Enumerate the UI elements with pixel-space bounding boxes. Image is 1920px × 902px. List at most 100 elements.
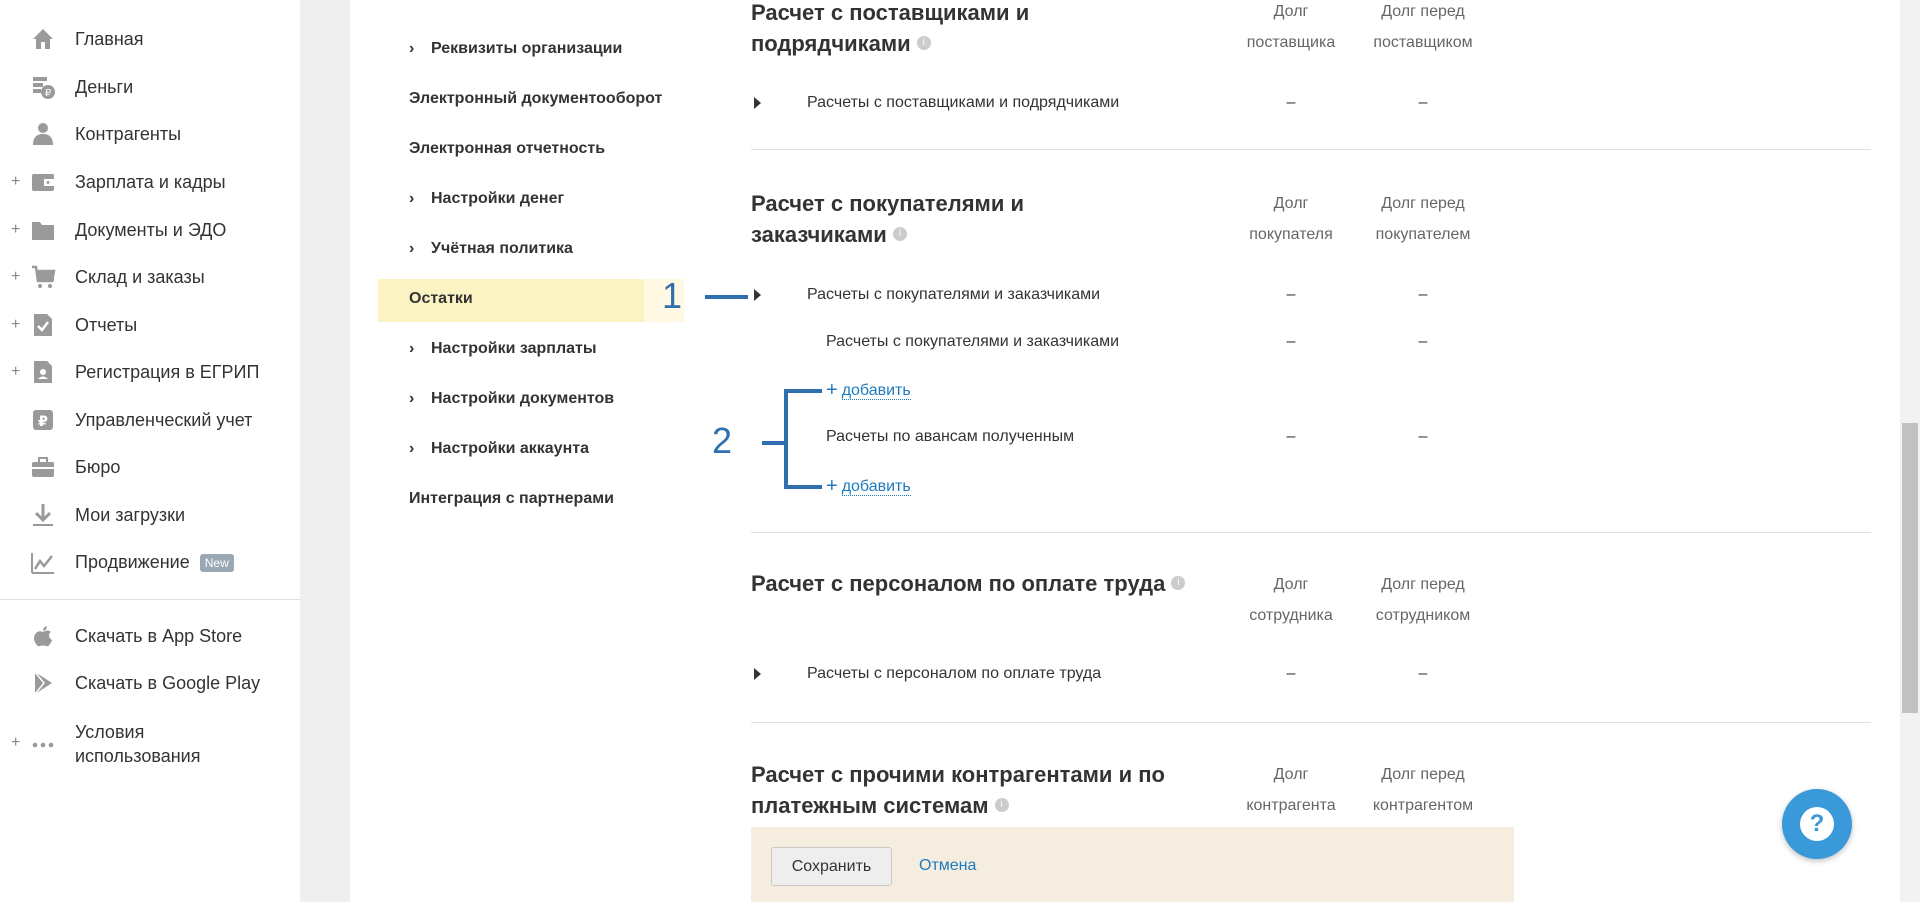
expand-caret-icon[interactable] (754, 668, 761, 680)
col-head-line1: Долг перед (1381, 195, 1465, 212)
expand-plus-icon[interactable]: + (11, 173, 20, 191)
terms-of-use-link[interactable]: + Условия использования (0, 720, 300, 770)
section-title-line2: заказчиками (751, 222, 887, 247)
menu-item-money-settings[interactable]: › Настройки денег (409, 190, 564, 208)
info-icon[interactable]: i (994, 798, 1009, 813)
expand-plus-icon[interactable]: + (11, 734, 20, 752)
wallet-icon (29, 168, 57, 196)
expand-plus-icon[interactable]: + (11, 268, 20, 286)
sidebar-item-warehouse[interactable]: + Склад и заказы (0, 255, 300, 299)
annotation-number-2: 2 (712, 420, 733, 461)
menu-item-e-reporting[interactable]: Электронная отчетность (409, 140, 605, 158)
menu-item-partner-integration[interactable]: Интеграция с партнерами (409, 490, 614, 508)
col-head-debt-to-supplier: Долг перед поставщиком (1343, 0, 1503, 58)
section-title-line2: подрядчиками (751, 31, 911, 56)
home-icon (29, 25, 57, 53)
growth-chart-icon (29, 548, 57, 576)
menu-item-edo[interactable]: Электронный документооборот (409, 90, 662, 108)
sidebar-item-label: Контрагенты (75, 123, 182, 144)
sidebar-item-money[interactable]: ₽ Деньги (0, 65, 300, 109)
info-icon[interactable]: i (892, 227, 907, 242)
sidebar-item-label: Продвижение (75, 551, 190, 572)
row-value[interactable]: – (1403, 286, 1443, 304)
col-head-debt-to-buyer: Долг перед покупателем (1343, 188, 1503, 250)
col-head-line2: поставщика (1246, 34, 1336, 51)
scrollbar-thumb[interactable] (1902, 423, 1918, 713)
expand-caret-icon[interactable] (754, 97, 761, 109)
menu-item-accounting-policy[interactable]: › Учётная политика (409, 240, 573, 258)
sidebar-item-label: Документы и ЭДО (75, 219, 227, 240)
menu-item-document-settings[interactable]: › Настройки документов (409, 390, 614, 408)
row-value[interactable]: – (1271, 286, 1311, 304)
sidebar-divider (0, 599, 300, 600)
section-divider (751, 149, 1871, 150)
svg-text:₽: ₽ (38, 414, 48, 430)
sidebar-item-promotion[interactable]: Продвижение New (0, 540, 300, 584)
col-head-line1: Долг перед (1381, 766, 1465, 783)
col-head-line2: поставщиком (1373, 34, 1473, 51)
section-title-line1: Расчет с прочими контрагентами и по (751, 762, 1165, 787)
help-button[interactable]: ? (1782, 789, 1852, 859)
chevron-right-icon: › (409, 190, 415, 207)
row-value[interactable]: – (1271, 665, 1311, 683)
sidebar-item-documents[interactable]: + Документы и ЭДО (0, 208, 300, 252)
menu-item-salary-settings[interactable]: › Настройки зарплаты (409, 340, 597, 358)
sidebar-item-downloads[interactable]: Мои загрузки (0, 493, 300, 537)
google-play-link[interactable]: Скачать в Google Play (0, 661, 300, 705)
menu-item-label: Настройки документов (431, 390, 615, 407)
sidebar-item-registration[interactable]: + Регистрация в ЕГРИП (0, 350, 300, 394)
sidebar-item-label: Бюро (75, 456, 121, 477)
sidebar-item-label: Деньги (75, 76, 134, 97)
svg-text:₽: ₽ (45, 88, 52, 99)
save-button[interactable]: Сохранить (771, 847, 892, 886)
row-value[interactable]: – (1271, 428, 1311, 446)
row-value[interactable]: – (1403, 333, 1443, 351)
menu-item-balances[interactable]: Остатки (409, 290, 473, 308)
info-icon[interactable]: i (1171, 576, 1186, 591)
sidebar-item-management[interactable]: ₽ Управленческий учет (0, 398, 300, 442)
more-dots-icon (29, 731, 57, 759)
sidebar-item-reports[interactable]: + Отчеты (0, 303, 300, 347)
main-content: Расчет с поставщиками и подрядчиками i До… (740, 0, 1890, 902)
sidebar-item-home[interactable]: Главная (0, 17, 300, 61)
sidebar-item-salary[interactable]: + Зарплата и кадры (0, 160, 300, 204)
section-title-line1: Расчет с персоналом по оплате труда (751, 571, 1166, 596)
add-link[interactable]: + добавить (826, 378, 911, 401)
col-head-line2: контрагента (1246, 797, 1336, 814)
row-value[interactable]: – (1403, 665, 1443, 683)
chevron-right-icon: › (409, 240, 415, 257)
expand-plus-icon[interactable]: + (11, 316, 20, 334)
add-link[interactable]: + добавить (826, 474, 911, 497)
menu-item-label: Реквизиты организации (431, 40, 623, 57)
google-play-icon (29, 669, 57, 697)
sidebar-item-label: Скачать в App Store (75, 625, 243, 646)
sidebar-item-contractors[interactable]: Контрагенты (0, 112, 300, 156)
app-store-link[interactable]: Скачать в App Store (0, 614, 300, 658)
scrollbar[interactable] (1900, 0, 1920, 902)
row-value[interactable]: – (1403, 428, 1443, 446)
col-head-line2: покупателя (1249, 226, 1333, 243)
registration-icon (29, 358, 57, 386)
row-value[interactable]: – (1403, 94, 1443, 112)
expand-plus-icon[interactable]: + (11, 363, 20, 381)
sidebar-item-label: Управленческий учет (75, 409, 253, 430)
section-divider (751, 532, 1871, 533)
cancel-link[interactable]: Отмена (919, 857, 976, 875)
annotation-arrow (705, 295, 748, 299)
add-link-label: добавить (841, 382, 911, 400)
menu-item-org-details[interactable]: › Реквизиты организации (409, 40, 622, 58)
menu-item-account-settings[interactable]: › Настройки аккаунта (409, 440, 589, 458)
info-icon[interactable]: i (916, 36, 931, 51)
sidebar-item-label: Главная (75, 28, 144, 49)
folder-icon (29, 216, 57, 244)
section-title-line2: платежным системам (751, 793, 989, 818)
menu-item-label: Учётная политика (431, 240, 573, 257)
gutter (300, 0, 350, 902)
row-value[interactable]: – (1271, 94, 1311, 112)
section-title-others: Расчет с прочими контрагентами и по плат… (751, 759, 1165, 821)
expand-plus-icon[interactable]: + (11, 221, 20, 239)
subrow-label-advances: Расчеты по авансам полученным (826, 428, 1075, 445)
row-value[interactable]: – (1271, 333, 1311, 351)
report-icon (29, 311, 57, 339)
sidebar-item-bureau[interactable]: Бюро (0, 445, 300, 489)
